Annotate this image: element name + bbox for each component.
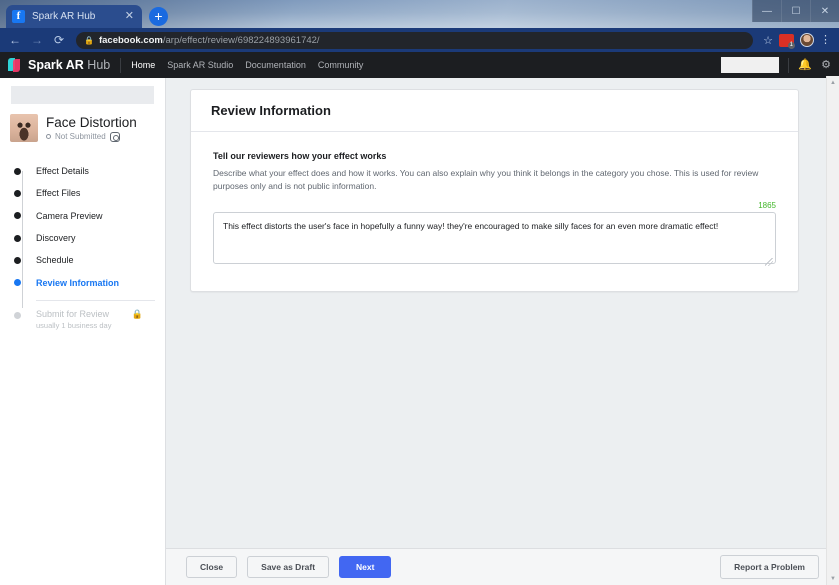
card-header: Review Information bbox=[191, 90, 798, 132]
field-description: Describe what your effect does and how i… bbox=[213, 168, 759, 192]
step-label: Schedule bbox=[36, 255, 74, 266]
url-text: facebook.com/arp/effect/review/698224893… bbox=[99, 35, 320, 46]
nav-link-documentation[interactable]: Documentation bbox=[245, 60, 306, 70]
profile-avatar[interactable] bbox=[800, 33, 814, 47]
page-title: Review Information bbox=[211, 103, 331, 118]
step-dot-icon bbox=[14, 212, 21, 220]
character-counter: 1865 bbox=[758, 201, 776, 211]
sidebar-step-camera-preview[interactable]: Camera Preview bbox=[0, 205, 165, 227]
textarea-wrapper bbox=[213, 212, 776, 269]
reload-icon[interactable]: ⟳ bbox=[50, 31, 68, 49]
tab-title: Spark AR Hub bbox=[32, 11, 96, 22]
nav-placeholder-block bbox=[721, 57, 780, 73]
address-bar[interactable]: 🔒 facebook.com/arp/effect/review/6982248… bbox=[76, 31, 754, 49]
locked-step-sublabel: usually 1 business day bbox=[36, 320, 112, 330]
sidebar: Face Distortion Not Submitted Effect Det… bbox=[0, 78, 166, 585]
lock-icon: 🔒 bbox=[131, 308, 143, 319]
step-dot-icon bbox=[14, 234, 21, 242]
sidebar-step-effect-details[interactable]: Effect Details bbox=[0, 160, 165, 182]
spark-ar-logo-icon[interactable] bbox=[8, 58, 21, 72]
close-icon[interactable]: ✕ bbox=[123, 11, 136, 22]
field-label: Tell our reviewers how your effect works bbox=[213, 151, 387, 161]
sidebar-step-schedule[interactable]: Schedule bbox=[0, 249, 165, 271]
new-tab-button[interactable]: + bbox=[149, 7, 168, 26]
page-scrollbar[interactable]: ▲ ▼ bbox=[826, 76, 839, 585]
status-dot-icon bbox=[46, 134, 51, 139]
back-icon[interactable]: ← bbox=[6, 31, 24, 49]
scrollbar-down-arrow-icon[interactable]: ▼ bbox=[827, 572, 839, 585]
sidebar-placeholder-block bbox=[11, 86, 154, 104]
sidebar-step-submit-for-review: Submit for Review usually 1 business day… bbox=[0, 307, 165, 330]
browser-tab[interactable]: f Spark AR Hub ✕ bbox=[6, 5, 142, 28]
page-body: Face Distortion Not Submitted Effect Det… bbox=[0, 76, 839, 585]
nav-link-home[interactable]: Home bbox=[131, 60, 155, 70]
effect-header: Face Distortion Not Submitted bbox=[0, 104, 165, 154]
browser-window: f Spark AR Hub ✕ + — ☐ ✕ ← → ⟳ 🔒 faceboo… bbox=[0, 0, 839, 585]
review-description-input[interactable] bbox=[213, 212, 776, 265]
brand-title: Spark AR Hub bbox=[28, 58, 110, 72]
main-scroll-area: Review Information Tell our reviewers ho… bbox=[166, 78, 839, 548]
extension-icon[interactable]: 1 bbox=[779, 33, 795, 49]
review-information-card: Review Information Tell our reviewers ho… bbox=[190, 89, 799, 293]
maximize-icon[interactable]: ☐ bbox=[781, 0, 810, 22]
extension-badge-count: 1 bbox=[787, 41, 795, 49]
sidebar-step-effect-files[interactable]: Effect Files bbox=[0, 182, 165, 204]
card-body: Tell our reviewers how your effect works… bbox=[191, 132, 798, 291]
facebook-favicon: f bbox=[12, 10, 25, 23]
step-label: Effect Files bbox=[36, 188, 81, 199]
step-dot-icon bbox=[14, 311, 21, 319]
spark-ar-navbar: Spark AR Hub Home Spark AR Studio Docume… bbox=[0, 52, 839, 78]
locked-step-text: Submit for Review usually 1 business day bbox=[36, 309, 111, 330]
forward-icon[interactable]: → bbox=[28, 31, 46, 49]
nav-links: Home Spark AR Studio Documentation Commu… bbox=[131, 60, 363, 70]
effect-status-row: Not Submitted bbox=[46, 131, 137, 142]
url-domain: facebook.com bbox=[98, 34, 163, 46]
next-button[interactable]: Next bbox=[339, 555, 392, 579]
window-controls: — ☐ ✕ bbox=[752, 0, 839, 22]
step-label: Discovery bbox=[36, 233, 76, 244]
nav-divider bbox=[120, 57, 122, 73]
step-divider bbox=[36, 299, 155, 301]
nav-link-community[interactable]: Community bbox=[318, 60, 364, 70]
save-as-draft-button[interactable]: Save as Draft bbox=[247, 555, 330, 579]
main-content: Review Information Tell our reviewers ho… bbox=[166, 78, 839, 585]
effect-thumbnail bbox=[10, 114, 38, 142]
brand-bold: Spark AR bbox=[28, 58, 84, 72]
effect-status: Not Submitted bbox=[55, 132, 106, 141]
effect-title: Face Distortion bbox=[46, 114, 137, 130]
settings-gear-icon[interactable]: ⚙ bbox=[821, 59, 831, 71]
step-label: Camera Preview bbox=[36, 210, 103, 221]
step-dot-icon bbox=[14, 279, 21, 287]
browser-toolbar: ← → ⟳ 🔒 facebook.com/arp/effect/review/6… bbox=[0, 28, 839, 52]
url-path: /arp/effect/review/698224893961742/ bbox=[162, 34, 320, 46]
bookmark-star-icon[interactable]: ☆ bbox=[763, 34, 773, 47]
step-dot-icon bbox=[14, 189, 21, 197]
counter-row: 1865 bbox=[213, 201, 776, 210]
scrollbar-up-arrow-icon[interactable]: ▲ bbox=[827, 76, 839, 89]
brand-light: Hub bbox=[87, 58, 111, 72]
footer-bar: Close Save as Draft Next Report a Proble… bbox=[166, 548, 839, 585]
effect-meta: Face Distortion Not Submitted bbox=[46, 115, 137, 142]
toolbar-actions: ☆ 1 ⋮ bbox=[763, 33, 833, 49]
menu-kebab-icon[interactable]: ⋮ bbox=[820, 34, 831, 46]
nav-divider-2 bbox=[788, 57, 790, 73]
minimize-icon[interactable]: — bbox=[752, 0, 781, 22]
nav-link-spark-ar-studio[interactable]: Spark AR Studio bbox=[167, 60, 233, 70]
step-label: Review Information bbox=[36, 277, 120, 288]
step-dot-icon bbox=[14, 167, 21, 175]
instagram-icon bbox=[109, 131, 120, 142]
sidebar-step-review-information[interactable]: Review Information bbox=[0, 271, 165, 293]
window-close-icon[interactable]: ✕ bbox=[810, 0, 839, 22]
sidebar-step-discovery[interactable]: Discovery bbox=[0, 227, 165, 249]
step-label: Effect Details bbox=[36, 166, 89, 177]
locked-step-label: Submit for Review bbox=[36, 308, 110, 319]
notifications-bell-icon[interactable]: 🔔 bbox=[798, 59, 812, 71]
step-list: Effect Details Effect Files Camera Previ… bbox=[0, 154, 165, 330]
lock-icon: 🔒 bbox=[84, 35, 94, 45]
browser-titlebar: f Spark AR Hub ✕ + — ☐ ✕ bbox=[0, 0, 839, 28]
step-dot-icon bbox=[14, 256, 21, 264]
report-a-problem-button[interactable]: Report a Problem bbox=[720, 554, 819, 580]
nav-right-actions: 🔔 ⚙ bbox=[721, 57, 831, 73]
close-button[interactable]: Close bbox=[186, 555, 238, 579]
